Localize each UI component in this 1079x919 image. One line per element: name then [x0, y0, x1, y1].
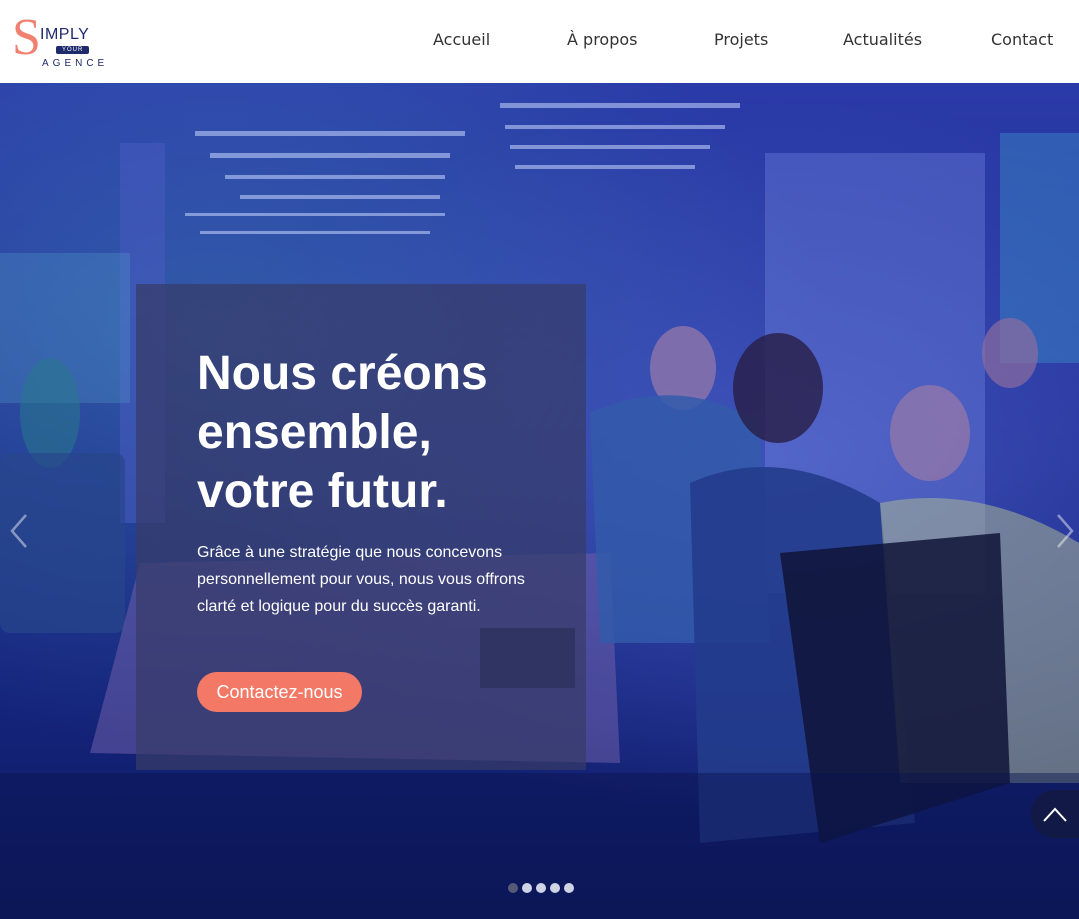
logo-sub: AGENCE [42, 58, 109, 69]
headline-line-1: Nous créons [197, 347, 488, 400]
chevron-right-icon[interactable] [1054, 511, 1078, 551]
logo-word: IMPLY [40, 26, 90, 43]
nav-item-a-propos[interactable]: À propos [567, 30, 637, 49]
nav-item-actualites[interactable]: Actualités [843, 30, 922, 49]
nav-item-projets[interactable]: Projets [714, 30, 768, 49]
headline-line-3: votre futur. [197, 465, 448, 518]
scroll-to-top-button[interactable] [1031, 790, 1079, 838]
chevron-left-icon[interactable] [6, 511, 30, 551]
contact-us-button[interactable]: Contactez-nous [197, 672, 362, 712]
hero-headline: Nous créons ensemble, votre futur. [197, 344, 557, 521]
slider-dot-1[interactable] [508, 883, 518, 893]
hero-subtext: Grâce à une stratégie que nous concevons… [197, 544, 525, 615]
brand-logo[interactable]: S IMPLY YOUR AGENCE [12, 12, 112, 72]
hero-content-card: Nous créons ensemble, votre futur. Grâce… [136, 284, 586, 770]
slider-dot-2[interactable] [522, 883, 532, 893]
logo-s-glyph: S [12, 9, 41, 66]
chevron-up-icon [1043, 807, 1067, 822]
hero-slider: Nous créons ensemble, votre futur. Grâce… [0, 83, 1079, 919]
headline-line-2: ensemble, [197, 406, 432, 459]
slider-pagination [508, 883, 574, 893]
slider-dot-3[interactable] [536, 883, 546, 893]
site-header: S IMPLY YOUR AGENCE Accueil À propos Pro… [0, 0, 1079, 83]
nav-item-accueil[interactable]: Accueil [433, 30, 490, 49]
logo-tag: YOUR [56, 46, 90, 54]
slider-dot-4[interactable] [550, 883, 560, 893]
slider-dot-5[interactable] [564, 883, 574, 893]
nav-item-contact[interactable]: Contact [991, 30, 1053, 49]
